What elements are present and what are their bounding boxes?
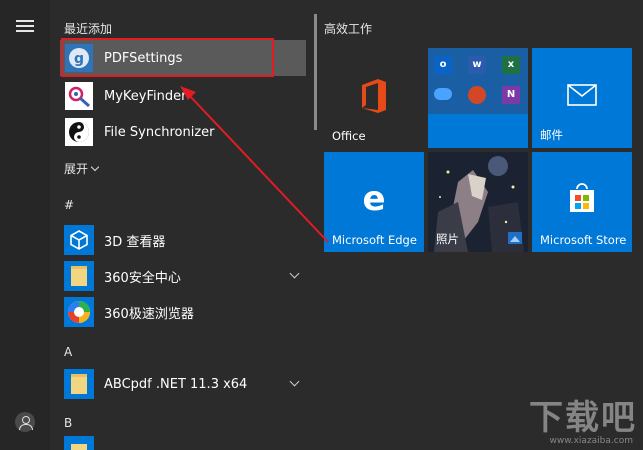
app-label: 360安全中心 xyxy=(104,270,181,286)
chevron-down-icon xyxy=(90,162,100,172)
excel-icon: x xyxy=(502,56,520,74)
tile-label: Microsoft Edge xyxy=(332,233,417,247)
tile-label: Office xyxy=(332,129,366,143)
expand-label: 展开 xyxy=(64,162,89,176)
app-item-b-partial[interactable] xyxy=(60,436,306,450)
watermark-url: www.xiazaiba.com xyxy=(549,436,633,446)
app-list: 最近添加 g PDFSettings MyKeyFinder File Sync… xyxy=(50,0,308,450)
section-letter-hash[interactable]: # xyxy=(64,198,74,212)
watermark-logo: 下载吧 xyxy=(529,398,637,438)
app-label: File Synchronizer xyxy=(104,124,215,140)
app-item-file-synchronizer[interactable]: File Synchronizer xyxy=(60,114,306,150)
outlook-icon: o xyxy=(434,56,452,74)
expand-button[interactable]: 展开 xyxy=(64,160,100,177)
tile-label: Microsoft Store xyxy=(540,233,627,247)
app-folder-abcpdf[interactable]: ABCpdf .NET 11.3 x64 xyxy=(60,366,306,402)
office-apps-mini-grid: o w x N xyxy=(428,48,528,114)
app-label: 360极速浏览器 xyxy=(104,306,194,322)
tile-group-title[interactable]: 高效工作 xyxy=(324,20,372,37)
chevron-down-icon xyxy=(289,376,300,387)
tile-office-apps-folder[interactable]: o w x N xyxy=(428,48,528,148)
mykeyfinder-icon xyxy=(64,81,94,111)
tile-photos[interactable]: 照片 xyxy=(428,152,528,252)
scrollbar[interactable] xyxy=(314,14,317,130)
tile-label: 邮件 xyxy=(540,128,563,142)
section-letter-b[interactable]: B xyxy=(64,416,72,430)
edge-icon: e xyxy=(362,179,386,219)
app-item-3d-viewer[interactable]: 3D 查看器 xyxy=(60,222,306,258)
app-item-pdfsettings[interactable]: g PDFSettings xyxy=(60,40,306,76)
app-label: MyKeyFinder xyxy=(104,88,187,104)
3d-viewer-icon xyxy=(64,225,94,255)
tile-mail[interactable]: 邮件 xyxy=(532,48,632,148)
tile-microsoft-edge[interactable]: e Microsoft Edge xyxy=(324,152,424,252)
left-rail xyxy=(0,0,50,450)
mail-icon xyxy=(567,84,597,106)
app-item-mykeyfinder[interactable]: MyKeyFinder xyxy=(60,78,306,114)
hamburger-menu-icon[interactable] xyxy=(16,20,34,33)
word-icon: w xyxy=(468,56,486,74)
powerpoint-icon xyxy=(468,86,486,104)
folder-icon xyxy=(64,369,94,399)
app-label: 3D 查看器 xyxy=(104,234,166,250)
pdfsettings-icon: g xyxy=(64,43,94,73)
section-letter-a[interactable]: A xyxy=(64,345,72,359)
folder-icon xyxy=(64,436,94,450)
recently-added-heading: 最近添加 xyxy=(64,22,113,36)
folder-icon xyxy=(64,261,94,291)
file-synchronizer-icon xyxy=(64,117,94,147)
onedrive-icon xyxy=(434,88,452,100)
360-browser-icon xyxy=(64,297,94,327)
watermark: 下载吧 www.xiazaiba.com xyxy=(507,390,637,446)
app-label: ABCpdf .NET 11.3 x64 xyxy=(104,376,248,392)
office-icon xyxy=(362,79,386,113)
app-item-360-browser[interactable]: 360极速浏览器 xyxy=(60,294,306,330)
user-account-icon[interactable] xyxy=(15,412,35,432)
app-folder-360-security[interactable]: 360安全中心 xyxy=(60,258,306,294)
app-label: PDFSettings xyxy=(104,50,183,66)
onenote-icon: N xyxy=(502,86,520,104)
store-bag-icon xyxy=(570,183,594,212)
tile-microsoft-store[interactable]: Microsoft Store xyxy=(532,152,632,252)
tile-office[interactable]: Office xyxy=(324,48,424,148)
tile-label: 照片 xyxy=(436,232,459,246)
svg-text:g: g xyxy=(74,51,84,67)
chevron-down-icon xyxy=(289,268,300,279)
